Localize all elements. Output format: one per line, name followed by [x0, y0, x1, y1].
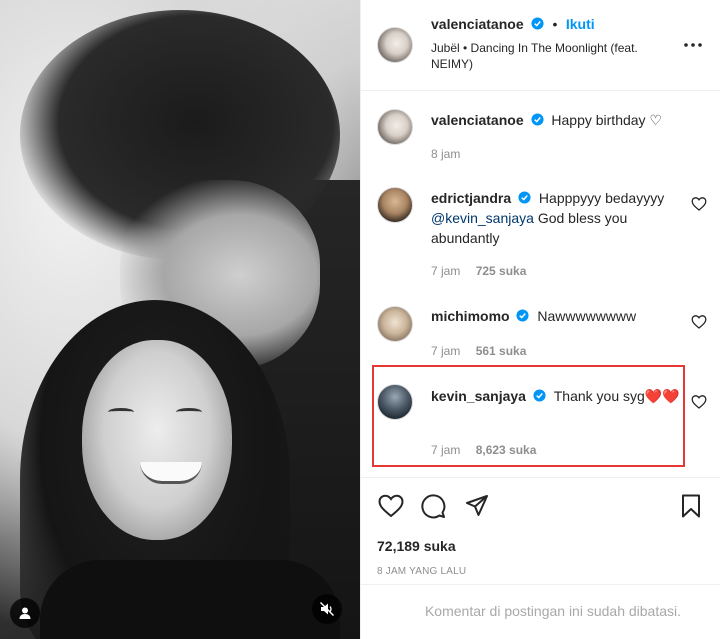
comment-likes[interactable]: 725 suka [476, 264, 527, 278]
comment-text: Happy birthday ♡ [551, 112, 662, 128]
comments-limited-notice: Komentar di postingan ini sudah dibatasi… [361, 584, 720, 636]
more-options-button[interactable] [681, 36, 705, 54]
media-figure [108, 408, 134, 416]
highlight-box [372, 365, 685, 467]
post-media[interactable] [0, 0, 360, 639]
post-header: valenciatanoe • Ikuti Jubël • Dancing In… [361, 0, 720, 91]
media-figure [176, 408, 202, 416]
save-button[interactable] [677, 492, 705, 520]
mention-link[interactable]: @kevin_sanjaya [431, 210, 534, 226]
heart-icon[interactable] [691, 394, 707, 410]
avatar[interactable] [377, 27, 413, 63]
comment-likes[interactable]: 561 suka [476, 344, 527, 358]
avatar[interactable] [377, 109, 413, 145]
comment-text: Nawwwwwwww [537, 308, 637, 324]
audio-link[interactable]: Jubël • Dancing In The Moonlight (feat. … [431, 40, 671, 72]
verified-icon [530, 113, 544, 126]
author-username[interactable]: valenciatanoe [431, 16, 524, 32]
post-panel: valenciatanoe • Ikuti Jubël • Dancing In… [360, 0, 720, 639]
comment-meta: 7 jam 725 suka [431, 264, 526, 278]
author-line: valenciatanoe • Ikuti [431, 16, 595, 34]
comment-time: 7 jam [431, 344, 461, 358]
comment-body: michimomo Nawwwwwwww [431, 306, 691, 326]
media-figure [82, 340, 232, 540]
heart-icon[interactable] [691, 196, 707, 212]
like-button[interactable] [377, 492, 405, 520]
heart-icon [378, 494, 404, 518]
verified-icon [518, 191, 531, 204]
verified-icon [531, 17, 544, 30]
more-icon [684, 43, 702, 47]
comment-username[interactable]: valenciatanoe [431, 112, 524, 128]
share-icon [466, 495, 488, 516]
mute-icon [319, 601, 335, 617]
share-button[interactable] [463, 492, 491, 520]
comment-meta: 7 jam 561 suka [431, 344, 526, 358]
comment-body: valenciatanoe Happy birthday ♡ [431, 110, 691, 130]
avatar[interactable] [377, 306, 413, 342]
comment-username[interactable]: michimomo [431, 308, 510, 324]
verified-icon [516, 309, 530, 322]
media-figure [40, 560, 340, 639]
likes-count[interactable]: 72,189 suka [377, 538, 456, 554]
comment-button[interactable] [419, 492, 447, 520]
comment-icon [421, 494, 446, 519]
mute-button[interactable] [312, 594, 342, 624]
tagged-users-button[interactable] [10, 598, 40, 628]
post-actions: 72,189 suka 8 JAM YANG LALU Komentar di … [361, 477, 720, 637]
post-timestamp[interactable]: 8 JAM YANG LALU [377, 566, 466, 577]
separator: • [552, 16, 558, 32]
comment-time: 7 jam [431, 264, 461, 278]
follow-button[interactable]: Ikuti [566, 16, 595, 32]
bookmark-icon [682, 494, 700, 518]
heart-icon[interactable] [691, 314, 707, 330]
comment-meta: 8 jam [431, 147, 460, 161]
avatar[interactable] [377, 187, 413, 223]
comment-body: edrictjandra Happpyyy bedayyyy @kevin_sa… [431, 188, 691, 248]
comment-username[interactable]: edrictjandra [431, 190, 511, 206]
user-tag-icon [19, 607, 31, 619]
comment-time: 8 jam [431, 147, 461, 161]
comment-text: Happpyyy bedayyyy [538, 190, 665, 206]
